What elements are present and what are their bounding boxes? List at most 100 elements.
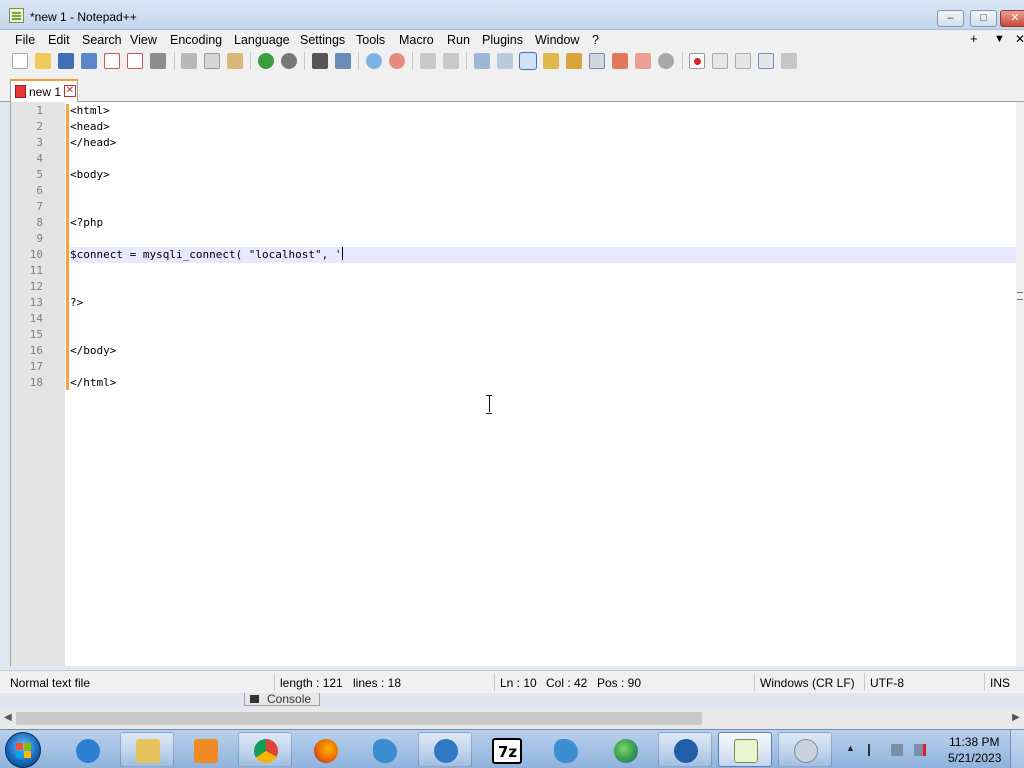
code-line[interactable]: ?> [70, 295, 1020, 311]
code-line[interactable] [70, 183, 1020, 199]
horizontal-scrollbar[interactable]: ◀ ▶ [0, 708, 1024, 729]
scroll-right-icon[interactable]: ▶ [1012, 712, 1020, 723]
console-tab[interactable]: Console [244, 692, 320, 706]
menu-encoding[interactable]: Encoding [169, 32, 223, 48]
scrollbar-thumb[interactable] [16, 712, 702, 725]
save-macro-icon[interactable] [781, 53, 797, 69]
taskbar-file-explorer[interactable] [120, 732, 174, 767]
clock-time[interactable]: 11:38 PM [949, 735, 999, 749]
function-list-icon[interactable] [589, 53, 605, 69]
monitoring-icon[interactable] [658, 53, 674, 69]
action-center-flag-icon[interactable] [868, 744, 880, 756]
menu-tools[interactable]: Tools [355, 32, 386, 48]
code-line[interactable] [70, 311, 1020, 327]
udl-icon[interactable] [543, 53, 559, 69]
sync-vertical-icon[interactable] [420, 53, 436, 69]
record-macro-icon[interactable] [689, 53, 705, 69]
add-new-tab-button[interactable]: + [970, 31, 978, 46]
code-line[interactable]: <head> [70, 119, 1020, 135]
menu-run[interactable]: Run [446, 32, 471, 48]
code-line[interactable] [70, 279, 1020, 295]
code-line[interactable] [70, 151, 1020, 167]
scroll-left-icon[interactable]: ◀ [4, 712, 12, 723]
code-line[interactable]: <body> [70, 167, 1020, 183]
tab-list-dropdown[interactable]: ▼ [994, 33, 1005, 45]
taskbar-ie[interactable] [60, 732, 114, 767]
play-macro-icon[interactable] [735, 53, 751, 69]
close-document-button[interactable]: ✕ [1015, 32, 1024, 46]
code-line[interactable]: <?php [70, 215, 1020, 231]
word-wrap-icon[interactable] [474, 53, 490, 69]
code-line[interactable]: </body> [70, 343, 1020, 359]
stop-macro-icon[interactable] [712, 53, 728, 69]
editor-area[interactable]: 1 2 3 4 5 6 7 8 9 10 11 12 13 14 15 16 1… [10, 102, 1020, 666]
code-line[interactable] [70, 359, 1020, 375]
start-button[interactable] [5, 732, 41, 768]
menu-window[interactable]: Window [534, 32, 580, 48]
cut-icon[interactable] [181, 53, 197, 69]
current-code-line[interactable]: $connect = mysqli_connect( "localhost", … [70, 247, 1020, 263]
indent-guide-icon[interactable] [519, 52, 537, 70]
menu-settings[interactable]: Settings [299, 32, 346, 48]
minimize-button[interactable]: – [937, 10, 964, 27]
menu-file[interactable]: File [14, 32, 36, 48]
redo-icon[interactable] [281, 53, 297, 69]
menu-language[interactable]: Language [233, 32, 291, 48]
code-line[interactable] [70, 231, 1020, 247]
close-button[interactable]: ✕ [1000, 10, 1024, 27]
print-icon[interactable] [150, 53, 166, 69]
code-line[interactable]: <html> [70, 103, 1020, 119]
show-all-chars-icon[interactable] [497, 53, 513, 69]
run-macro-multiple-icon[interactable] [758, 53, 774, 69]
menu-view[interactable]: View [129, 32, 158, 48]
show-desktop-button[interactable] [1010, 730, 1024, 768]
taskbar-server-app[interactable] [658, 732, 712, 767]
taskbar-firefox[interactable] [298, 732, 352, 767]
save-all-icon[interactable] [81, 53, 97, 69]
zoom-in-icon[interactable] [366, 53, 382, 69]
open-file-icon[interactable] [35, 53, 51, 69]
taskbar-mysql-tool[interactable] [538, 732, 592, 767]
tab-new-1[interactable]: new 1 ✕ [10, 79, 78, 102]
status-bar: Normal text file length : 121 lines : 18… [0, 670, 1024, 693]
taskbar-network-tool[interactable] [418, 732, 472, 767]
copy-icon[interactable] [204, 53, 220, 69]
menu-macro[interactable]: Macro [398, 32, 435, 48]
new-file-icon[interactable] [12, 53, 28, 69]
maximize-button[interactable]: □ [970, 10, 997, 27]
menu-help[interactable]: ? [591, 32, 600, 48]
folder-workspace-icon[interactable] [612, 53, 628, 69]
replace-icon[interactable] [335, 53, 351, 69]
menu-edit[interactable]: Edit [47, 32, 71, 48]
code-line[interactable] [70, 327, 1020, 343]
sync-horizontal-icon[interactable] [443, 53, 459, 69]
doc-switcher-icon[interactable] [635, 53, 651, 69]
taskbar-7zip[interactable]: 7z [478, 732, 532, 767]
code-line[interactable] [70, 263, 1020, 279]
show-hidden-icons-icon[interactable]: ▲ [846, 743, 858, 755]
volume-muted-icon[interactable] [914, 744, 926, 756]
undo-icon[interactable] [258, 53, 274, 69]
taskbar-notepad-plus-plus[interactable] [718, 732, 772, 767]
zoom-out-icon[interactable] [389, 53, 405, 69]
menu-plugins[interactable]: Plugins [481, 32, 524, 48]
tab-close-icon[interactable]: ✕ [64, 85, 76, 97]
code-line[interactable]: </html> [70, 375, 1020, 391]
taskbar-globe-app[interactable] [598, 732, 652, 767]
code-line[interactable] [70, 199, 1020, 215]
taskbar-media-player[interactable] [178, 732, 232, 767]
find-icon[interactable] [312, 53, 328, 69]
close-icon[interactable] [104, 53, 120, 69]
vertical-scrollbar[interactable] [1016, 102, 1024, 666]
code-line[interactable]: </head> [70, 135, 1020, 151]
network-icon[interactable] [891, 744, 903, 756]
taskbar-chrome[interactable] [238, 732, 292, 767]
taskbar-mysql-workbench[interactable] [357, 732, 411, 767]
paste-icon[interactable] [227, 53, 243, 69]
clock-date[interactable]: 5/21/2023 [948, 751, 1001, 765]
taskbar-other-app[interactable] [778, 732, 832, 767]
menu-search[interactable]: Search [81, 32, 123, 48]
save-icon[interactable] [58, 53, 74, 69]
doc-map-icon[interactable] [566, 53, 582, 69]
close-all-icon[interactable] [127, 53, 143, 69]
